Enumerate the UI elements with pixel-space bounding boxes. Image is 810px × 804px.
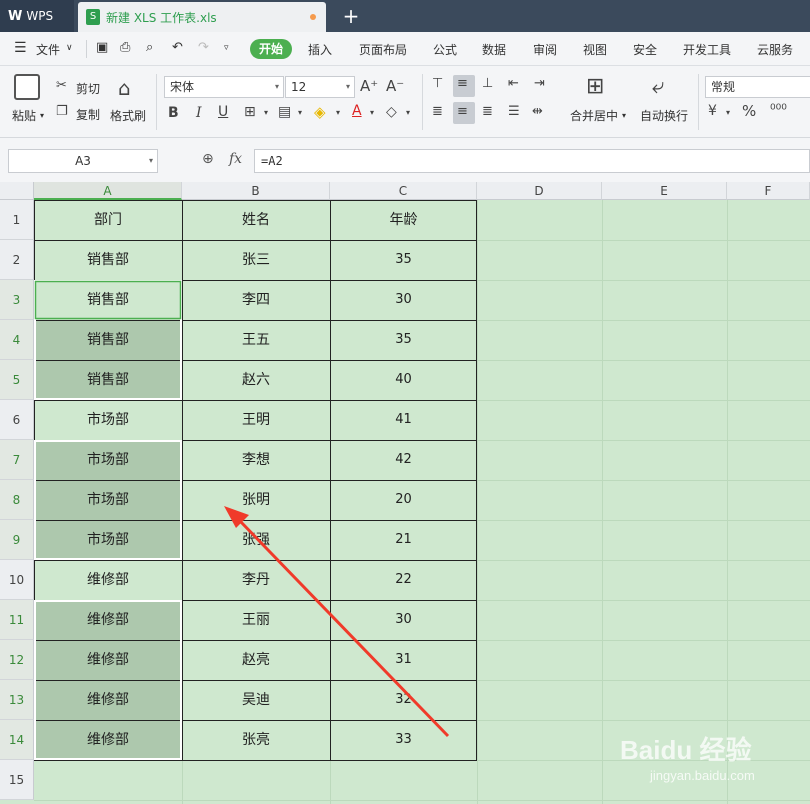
cell-b6[interactable]: 王明	[182, 400, 330, 440]
cell-b14[interactable]: 张亮	[182, 720, 330, 760]
cell-a8[interactable]: 市场部	[34, 480, 182, 520]
cell-b11[interactable]: 王丽	[182, 600, 330, 640]
cell-b4[interactable]: 王五	[182, 320, 330, 360]
cell-c1[interactable]: 年龄	[330, 200, 477, 240]
cell-b3[interactable]: 李四	[182, 280, 330, 320]
cell-a9[interactable]: 市场部	[34, 520, 182, 560]
cell-c14[interactable]: 33	[330, 720, 477, 760]
cell-a6[interactable]: 市场部	[34, 400, 182, 440]
cell-a5[interactable]: 销售部	[34, 360, 182, 400]
cell-c7[interactable]: 42	[330, 440, 477, 480]
cell-a3[interactable]: 销售部	[34, 280, 182, 320]
cell-a14[interactable]: 维修部	[34, 720, 182, 760]
watermark-url: jingyan.baidu.com	[650, 768, 755, 783]
cell-a11[interactable]: 维修部	[34, 600, 182, 640]
cell-c5[interactable]: 40	[330, 360, 477, 400]
cell-b8[interactable]: 张明	[182, 480, 330, 520]
cell-a1[interactable]: 部门	[34, 200, 182, 240]
cell-b7[interactable]: 李想	[182, 440, 330, 480]
cell-a4[interactable]: 销售部	[34, 320, 182, 360]
cell-a10[interactable]: 维修部	[34, 560, 182, 600]
cell-a13[interactable]: 维修部	[34, 680, 182, 720]
cell-c9[interactable]: 21	[330, 520, 477, 560]
watermark-logo: Baidu 经验	[620, 735, 752, 765]
cell-c12[interactable]: 31	[330, 640, 477, 680]
cell-b9[interactable]: 张强	[182, 520, 330, 560]
cell-c13[interactable]: 32	[330, 680, 477, 720]
cell-b10[interactable]: 李丹	[182, 560, 330, 600]
cell-b2[interactable]: 张三	[182, 240, 330, 280]
cell-c3[interactable]: 30	[330, 280, 477, 320]
cell-c2[interactable]: 35	[330, 240, 477, 280]
cell-c8[interactable]: 20	[330, 480, 477, 520]
cell-b1[interactable]: 姓名	[182, 200, 330, 240]
cell-c10[interactable]: 22	[330, 560, 477, 600]
cell-a2[interactable]: 销售部	[34, 240, 182, 280]
cell-b5[interactable]: 赵六	[182, 360, 330, 400]
cell-c11[interactable]: 30	[330, 600, 477, 640]
cell-a12[interactable]: 维修部	[34, 640, 182, 680]
cell-b13[interactable]: 吴迪	[182, 680, 330, 720]
cell-b12[interactable]: 赵亮	[182, 640, 330, 680]
cell-c4[interactable]: 35	[330, 320, 477, 360]
cell-a7[interactable]: 市场部	[34, 440, 182, 480]
cell-c6[interactable]: 41	[330, 400, 477, 440]
